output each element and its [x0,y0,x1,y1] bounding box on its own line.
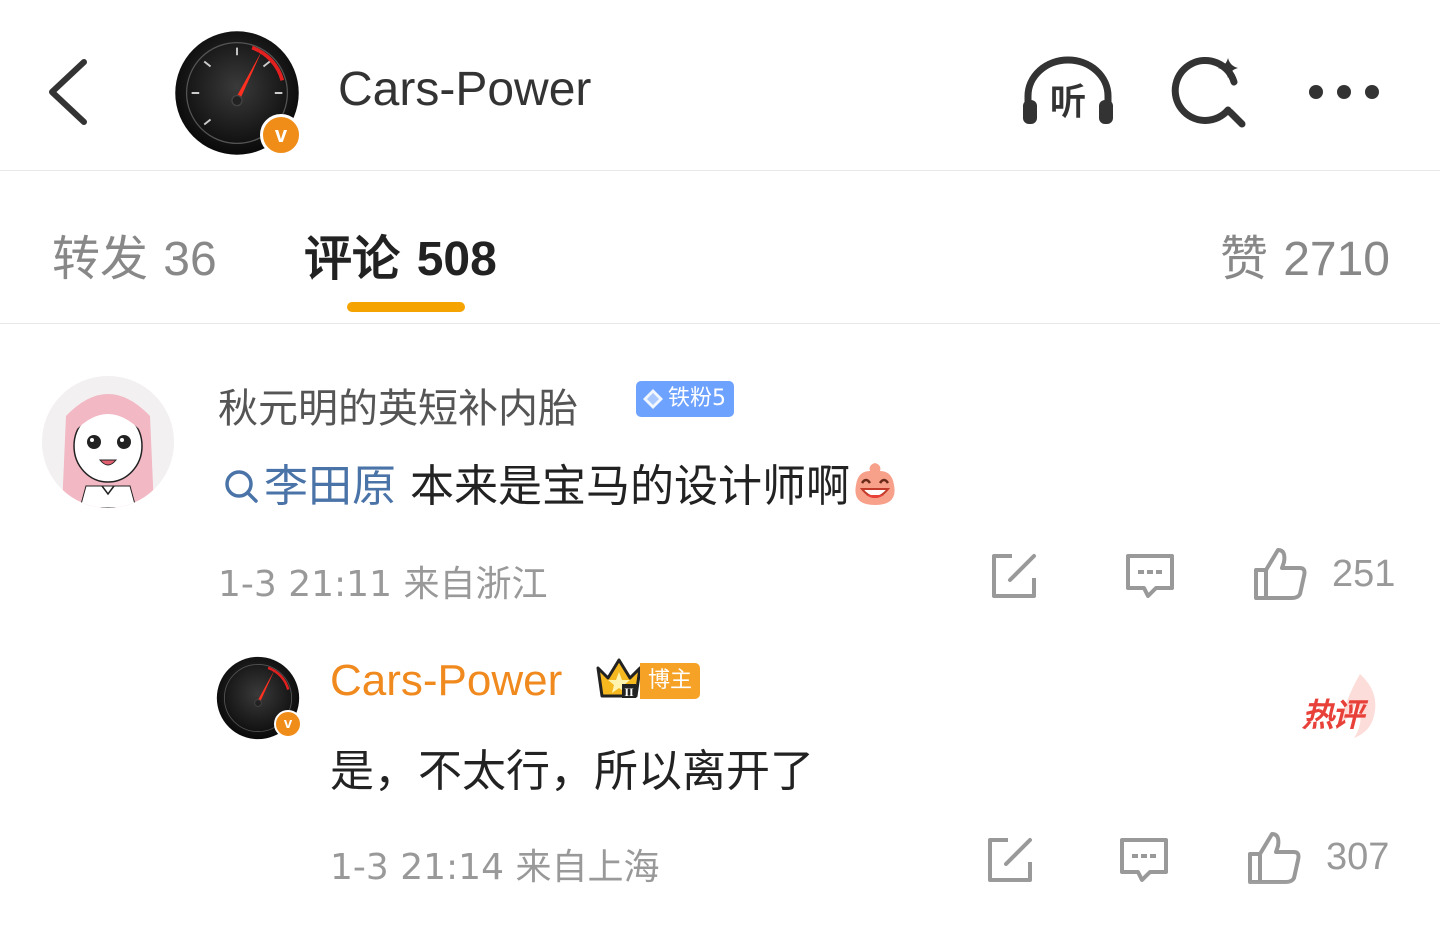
more-options-button[interactable] [1300,52,1400,132]
comment-location: 来自浙江 [403,564,548,605]
hot-comment-badge: 热评 [1300,672,1390,742]
diamond-icon [643,389,663,409]
bottom-fade [0,880,1440,926]
like-count: 251 [1332,553,1396,595]
tab-repost[interactable]: 转发 36 [52,219,217,289]
verified-badge: v [260,114,302,156]
reply-text: 是，不太行，所以离开了 [330,746,814,797]
reply-username[interactable]: Cars-Power [330,656,562,706]
headphones-icon: 听 [1023,56,1113,124]
comment-text: 李田原 本来是宝马的设计师啊 [222,450,900,514]
tab-likes-count: 2710 [1283,233,1390,286]
back-button[interactable] [40,52,100,132]
tab-comments-count: 508 [416,233,497,286]
like-count: 307 [1326,836,1390,878]
tab-comments[interactable]: 评论 508 [304,219,497,289]
fan-level-text: 铁粉5 [668,386,726,411]
like-button[interactable] [1246,830,1302,890]
verified-badge: v [274,710,302,738]
reply-button[interactable] [1118,836,1170,890]
tab-likes-label: 赞 [1219,231,1268,287]
share-icon [992,554,1036,598]
comment-body: 本来是宝马的设计师啊 [410,461,850,512]
active-tab-indicator [347,302,465,312]
hot-comment-label: 热评 [1302,696,1364,734]
share-icon [988,838,1032,882]
back-arrow-icon [49,59,87,125]
crown-level: II [624,685,634,699]
commenter-username[interactable]: 秋元明的英短补内胎 [218,376,578,434]
comment-meta: 1-3 21:11 来自浙江 [218,555,547,607]
anime-girl-avatar-image [42,376,174,508]
comment-icon [1120,838,1168,882]
top-bar: v Cars-Power 听 [0,0,1440,171]
comment-timestamp: 1-3 21:11 [218,564,392,605]
mention-link[interactable]: 李田原 [222,461,396,512]
profile-avatar[interactable]: v [174,30,302,156]
thumbs-up-icon [1248,832,1301,884]
blogger-badge: 博主 [640,663,701,699]
search-icon [225,470,258,503]
tab-comments-label: 评论 [304,231,401,287]
search-sparkle-icon [1171,57,1246,128]
reply-meta: 1-3 21:14 来自上海 [330,838,659,890]
mention-name: 李田原 [264,461,396,512]
tab-repost-label: 转发 [52,231,149,287]
tab-repost-count: 36 [163,233,217,286]
reply-avatar[interactable]: v [216,656,302,740]
post-stats-tabs: 转发 36 评论 508 赞 2710 [0,171,1440,324]
reply-timestamp: 1-3 21:14 [330,847,504,888]
comment-icon [1126,554,1174,598]
more-dots-icon [1309,85,1379,99]
commenter-avatar[interactable] [42,376,174,508]
crown-icon: II [594,656,644,704]
listen-button[interactable]: 听 [1018,52,1118,132]
fan-level-badge: 铁粉5 [636,381,734,417]
share-button[interactable] [990,552,1042,604]
page-title: Cars-Power [338,63,592,116]
reply-button[interactable] [1124,552,1176,606]
thumbs-up-icon [1254,548,1307,600]
listen-label: 听 [1050,82,1086,123]
share-button[interactable] [986,836,1038,888]
search-button[interactable] [1166,52,1266,132]
laughing-face-emoji-icon [855,463,895,505]
reply-location: 来自上海 [515,847,660,888]
like-button[interactable] [1252,546,1308,606]
tab-likes[interactable]: 赞 2710 [1220,219,1390,289]
